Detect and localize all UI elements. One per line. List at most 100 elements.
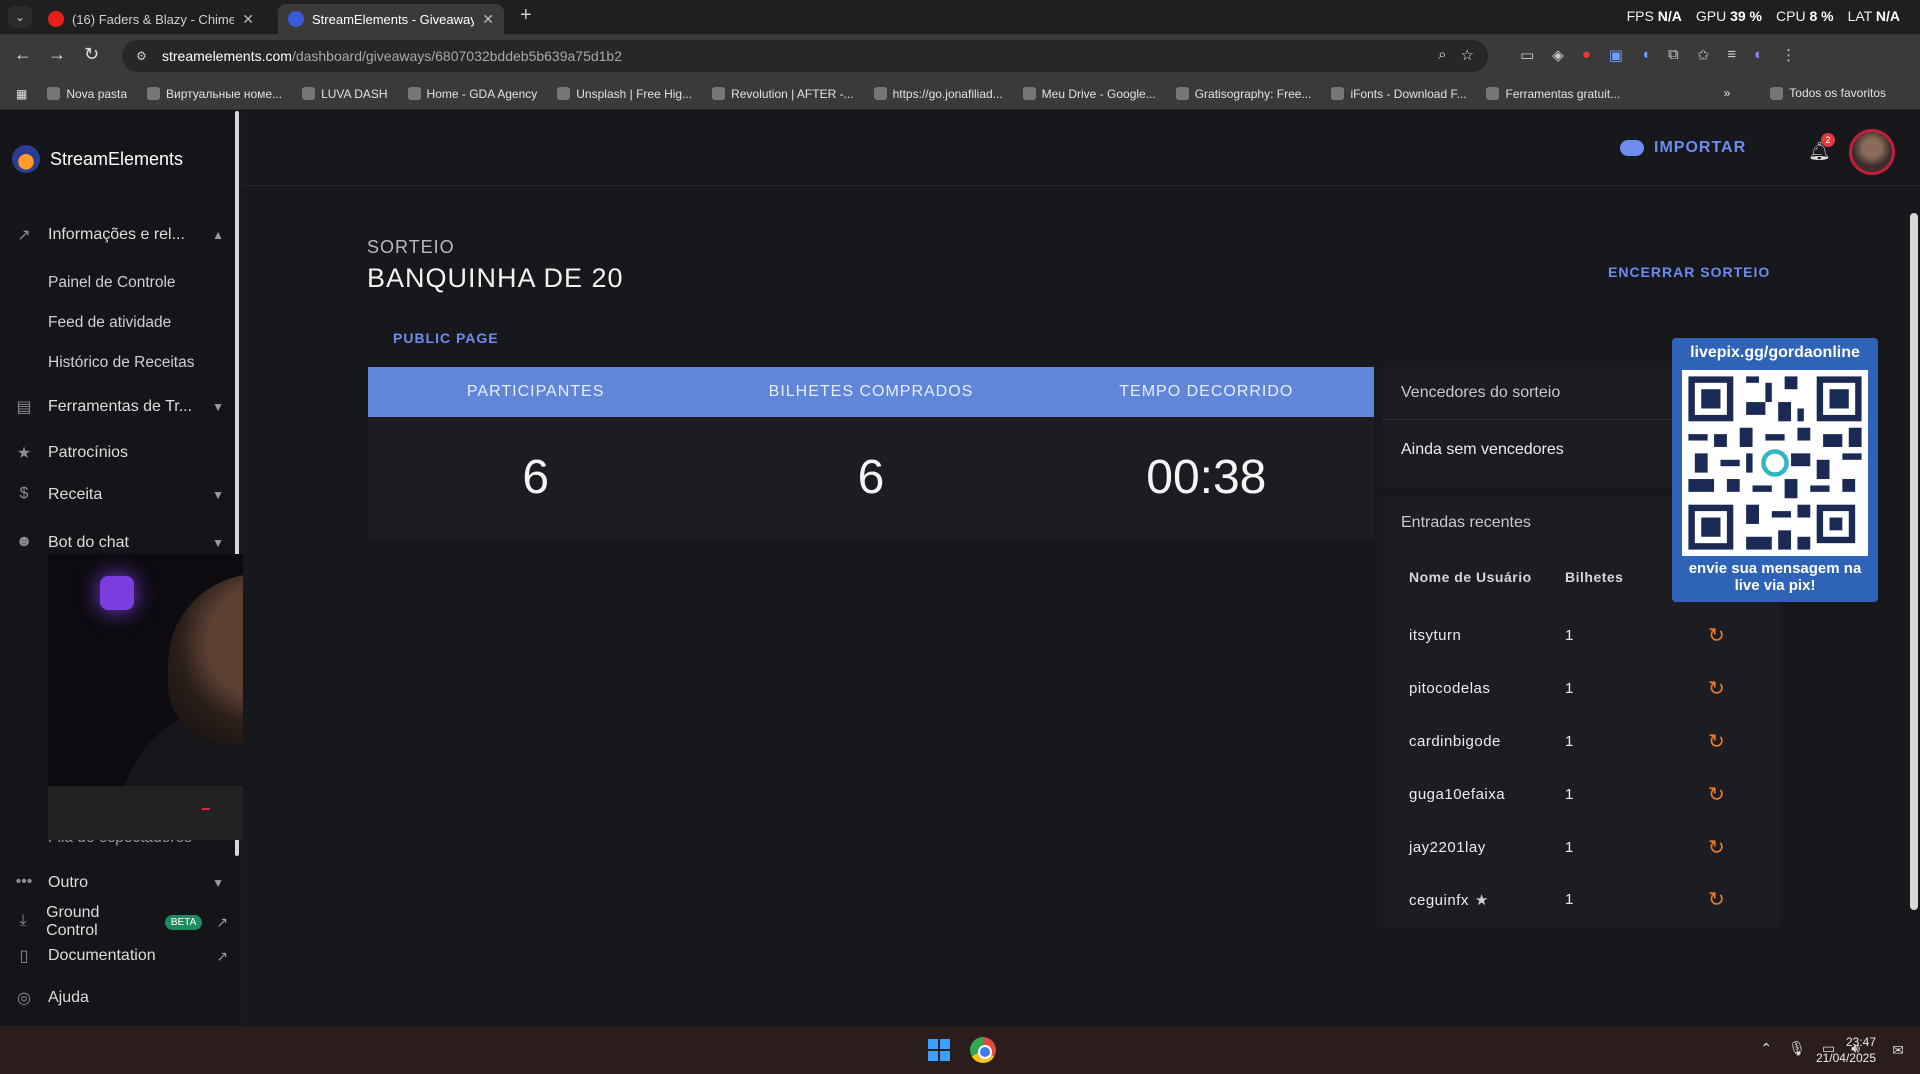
bookmark-label: iFonts - Download F...: [1350, 86, 1467, 101]
streamelements-icon: [288, 11, 304, 27]
sidebar-section-info[interactable]: ↗ Informações e rel... ▲: [14, 225, 224, 245]
help-label: Ajuda: [48, 989, 89, 1006]
bookmark-item[interactable]: Nova pasta: [47, 87, 127, 101]
sidebar-section-tools[interactable]: ▤ Ferramentas de Tr... ▼: [14, 397, 224, 417]
shield-icon[interactable]: ◈: [1552, 46, 1564, 64]
sidebar-item-activity-feed[interactable]: Feed de atividade: [48, 314, 171, 332]
windows-start-icon[interactable]: [928, 1039, 950, 1061]
refund-icon[interactable]: ↻: [1708, 835, 1725, 860]
site-info-icon[interactable]: ⚙: [136, 49, 150, 63]
pix-qr-overlay: livepix.gg/gordaonline envie sua mensage…: [1672, 338, 1878, 602]
sidebar-section-sponsors[interactable]: ★ Patrocínios: [14, 443, 224, 463]
puzzle-icon[interactable]: ⧉: [1668, 46, 1679, 64]
all-bookmarks[interactable]: Todos os favoritos: [1770, 86, 1886, 100]
url-input[interactable]: ⚙ streamelements.com/dashboard/giveaways…: [122, 40, 1488, 72]
forward-icon[interactable]: →: [48, 44, 66, 65]
stats-values: 6 6 00:38: [368, 417, 1374, 539]
streamelements-logo-icon: [12, 145, 40, 173]
entry-username: ceguinfx: [1409, 892, 1469, 909]
bookmark-icon: [1486, 87, 1500, 100]
sidebar-section-label: Bot do chat: [48, 534, 129, 551]
sidebar-section-label: Receita: [48, 486, 103, 503]
tab-streamelements[interactable]: StreamElements - Giveaway ✕: [278, 4, 504, 34]
url-path: /dashboard/giveaways/6807032bddeb5b639a7…: [291, 48, 623, 64]
bookmark-item[interactable]: Виртуальные номе...: [147, 87, 282, 101]
sidebar-item-revenue-history[interactable]: Histórico de Receitas: [48, 354, 194, 372]
menu-icon[interactable]: ⋮: [1781, 46, 1796, 64]
bookmark-item[interactable]: Gratisography: Free...: [1175, 87, 1311, 101]
zoom-icon[interactable]: ⌕: [1438, 46, 1446, 64]
microphone-icon[interactable]: 🎙︎: [1788, 1040, 1806, 1057]
table-row: cardinbigode 1 ↻: [1383, 717, 1781, 770]
bookmark-item[interactable]: iFonts - Download F...: [1331, 87, 1466, 101]
dollar-icon: $: [19, 485, 29, 502]
participants-label: PARTICIPANTES: [466, 383, 605, 400]
import-button[interactable]: IMPORTAR: [1620, 139, 1746, 157]
bookmark-icon: [407, 87, 421, 100]
chevron-up-icon[interactable]: ⌃: [1760, 1040, 1772, 1057]
bookmark-item[interactable]: Home - GDA Agency: [407, 87, 537, 101]
tab-youtube[interactable]: (16) Faders & Blazy - Chimera - ✕: [38, 4, 264, 34]
sidebar-section-label: Outro: [48, 874, 89, 891]
sidebar-section-other[interactable]: ••• Outro ▼: [14, 873, 224, 893]
notification-icon[interactable]: ✉: [1892, 1042, 1904, 1059]
robot-icon: ☻: [15, 533, 33, 550]
profile-icon[interactable]: ◐: [1754, 46, 1763, 64]
back-icon[interactable]: ←: [14, 44, 32, 65]
refund-icon[interactable]: ↻: [1708, 623, 1725, 648]
public-page-link[interactable]: PUBLIC PAGE: [393, 330, 499, 346]
table-row: guga10efaixa 1 ↻: [1383, 770, 1781, 823]
bookmark-item[interactable]: Meu Drive - Google...: [1022, 87, 1156, 101]
bookmark-item[interactable]: https://go.jonafiliad...: [873, 86, 1003, 101]
winners-title: Vencedores do sorteio: [1401, 384, 1561, 401]
bookmark-icon: [302, 87, 316, 100]
sidebar-section-chatbot[interactable]: ☻ Bot do chat ▼: [14, 533, 224, 553]
documentation-label: Documentation: [48, 947, 156, 964]
more-bookmarks-icon[interactable]: »: [1724, 86, 1731, 100]
bookmark-item[interactable]: LUVA DASH: [302, 86, 388, 101]
extension-icon[interactable]: ●: [1582, 46, 1591, 64]
bookmark-item[interactable]: Ferramentas gratuit...: [1486, 87, 1620, 101]
audio-icon[interactable]: ◖: [1641, 46, 1650, 64]
avatar[interactable]: [1849, 129, 1895, 175]
all-bookmarks-label: Todos os favoritos: [1789, 86, 1886, 100]
entry-username: jay2201lay: [1409, 839, 1486, 856]
new-tab-button[interactable]: +: [520, 4, 532, 27]
end-giveaway-button[interactable]: ENCERRAR SORTEIO: [1608, 264, 1770, 280]
sidebar-item-ground-control[interactable]: ⤓ Ground Control BETA ↗: [14, 904, 228, 940]
chrome-icon[interactable]: [970, 1037, 996, 1063]
bookmark-label: https://go.jonafiliad...: [892, 86, 1003, 101]
table-row: ceguinfx ★ 1 ↻: [1383, 875, 1781, 928]
refund-icon[interactable]: ↻: [1708, 676, 1725, 701]
system-clock[interactable]: 23:47 21/04/2025: [1816, 1034, 1876, 1066]
sidebar-section-label: Ferramentas de Tr...: [48, 398, 193, 415]
sidebar-item-help[interactable]: ◎ Ajuda: [14, 988, 224, 1008]
sidebar-section-label: Patrocínios: [48, 444, 129, 461]
page-scrollbar[interactable]: [1910, 213, 1918, 910]
reload-icon[interactable]: ↻: [84, 44, 99, 65]
tab-close-icon[interactable]: ✕: [482, 11, 494, 28]
sidebar-item-documentation[interactable]: ▯ Documentation ↗: [14, 946, 228, 966]
apps-icon[interactable]: ▦: [16, 87, 27, 101]
table-row: pitocodelas 1 ↻: [1383, 664, 1781, 717]
cast-icon[interactable]: ▭: [1520, 46, 1534, 64]
sidebar-item-dashboard[interactable]: Painel de Controle: [48, 274, 176, 292]
tab-search-icon[interactable]: ⌄: [8, 6, 32, 28]
brand-logo[interactable]: StreamElements: [12, 145, 183, 173]
bookmark-star-icon[interactable]: ☆: [1461, 46, 1474, 64]
refund-icon[interactable]: ↻: [1708, 729, 1725, 754]
tab-close-icon[interactable]: ✕: [242, 11, 254, 28]
media-icon[interactable]: ≡: [1727, 46, 1736, 64]
translate-icon[interactable]: ▣: [1609, 46, 1623, 64]
sidebar-section-revenue[interactable]: $ Receita ▼: [14, 485, 224, 505]
bookmark-label: LUVA DASH: [321, 86, 388, 101]
giveaway-label: SORTEIO: [367, 237, 455, 257]
chart-icon: ↗: [17, 227, 31, 244]
clock-time: 23:47: [1845, 1035, 1876, 1049]
favorites-icon[interactable]: ✩: [1697, 46, 1710, 64]
beta-badge: BETA: [164, 914, 203, 930]
bookmark-item[interactable]: Revolution | AFTER -...: [712, 87, 854, 101]
bookmark-item[interactable]: Unsplash | Free Hig...: [557, 87, 692, 101]
refund-icon[interactable]: ↻: [1708, 887, 1725, 912]
refund-icon[interactable]: ↻: [1708, 782, 1725, 807]
